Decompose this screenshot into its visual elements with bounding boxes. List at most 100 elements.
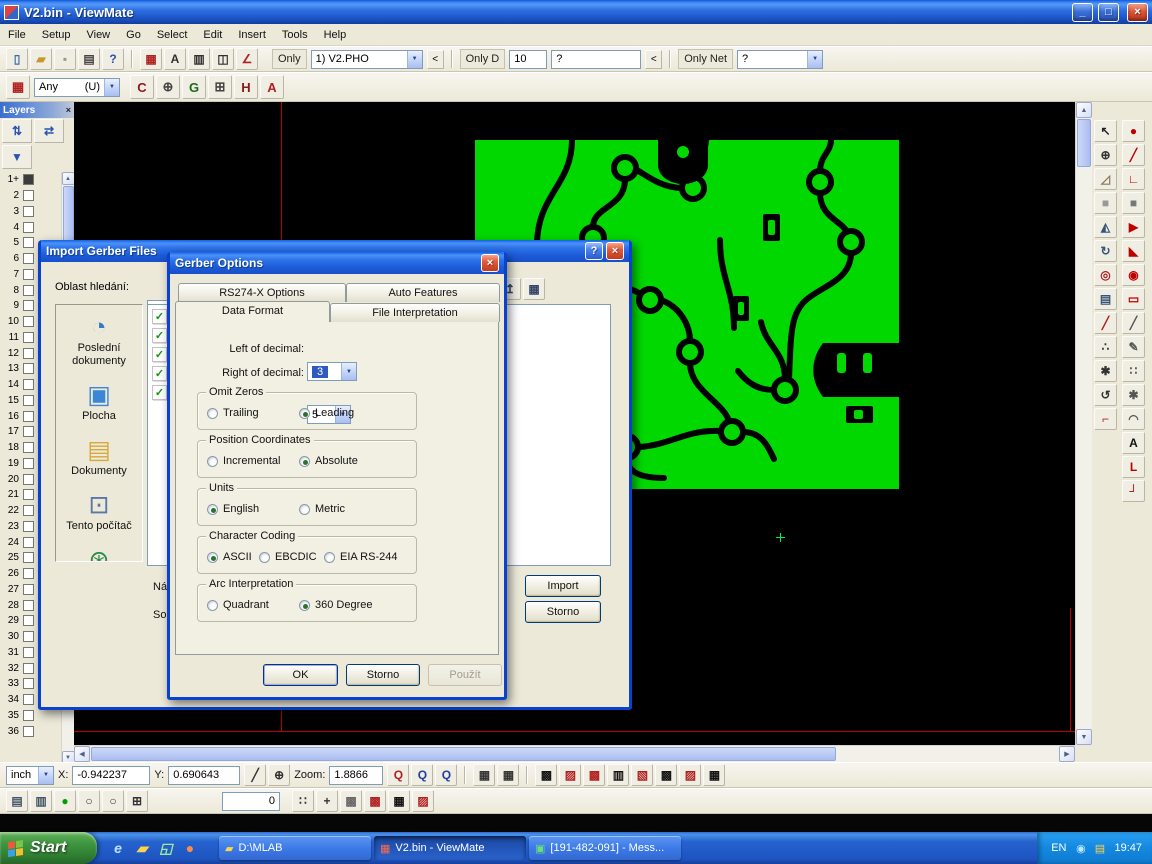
menu-file[interactable]: File [0,26,34,44]
radio-ebcdic[interactable] [259,552,270,563]
combo-arrow-icon[interactable]: ▼ [341,363,356,380]
place-documents[interactable]: ▤ Dokumenty [56,428,142,483]
radio-label[interactable]: Absolute [315,455,358,467]
layer-row[interactable]: 3 [2,204,60,220]
vertical-scrollbar[interactable]: ▲ ▼ [1075,102,1092,745]
arc-icon[interactable]: ◠ [1122,408,1145,430]
minimize-button[interactable]: _ [1072,3,1093,22]
layer-order-button[interactable]: ▼ [2,145,32,169]
mirror-icon[interactable]: ◭ [1094,216,1117,238]
browser-icon[interactable]: ● [181,839,199,857]
maximize-button[interactable]: □ [1098,3,1119,22]
layer-color-chip[interactable] [23,615,34,626]
slash-icon[interactable]: ╱ [1122,312,1145,334]
measure-icon[interactable]: ∠ [236,48,258,70]
pointer-icon[interactable]: ↖ [1094,120,1117,142]
update-tray-icon[interactable]: ▤ [1092,841,1107,856]
diagonal-icon[interactable]: ╱ [1094,312,1117,334]
gerber-file-checked-icon[interactable]: ✓ [152,328,167,343]
tab-data-format[interactable]: Data Format [175,301,330,322]
radio-metric[interactable] [299,504,310,515]
layer-color-chip[interactable] [23,474,34,485]
circle-pad-icon[interactable]: ◉ [1122,264,1145,286]
radio-label[interactable]: EBCDIC [275,551,317,563]
dialog-close-button[interactable]: × [606,242,624,260]
apply-button[interactable]: Použít [428,664,502,686]
tab-rs274x-options[interactable]: RS274-X Options [178,283,346,302]
only-dcode-label[interactable]: Only D [460,49,506,69]
radio-absolute[interactable] [299,456,310,467]
layer-color-chip[interactable] [23,363,34,374]
layer-color-chip[interactable] [23,442,34,453]
scroll-down-icon[interactable]: ▼ [1076,729,1092,745]
layer-color-chip[interactable] [23,348,34,359]
red-dots-icon[interactable]: ▩ [364,790,386,812]
sheet-icon[interactable]: ▤ [6,790,28,812]
layer-color-chip[interactable] [23,174,34,185]
radio-english[interactable] [207,504,218,515]
fill-pattern-icon[interactable]: ▩ [340,790,362,812]
left-of-decimal-combo[interactable]: 3 ▼ [307,362,357,381]
menu-go[interactable]: Go [118,26,149,44]
layer-color-chip[interactable] [23,190,34,201]
layer-color-chip[interactable] [23,678,34,689]
dialog-help-button[interactable]: ? [585,242,603,260]
layer-color-chip[interactable] [23,206,34,217]
aperture-type-combo[interactable]: Any (U) ▼ [34,78,120,97]
ruler-icon[interactable]: ◿ [1094,168,1117,190]
gerber-file-checked-icon[interactable]: ✓ [152,309,167,324]
text-icon[interactable]: A [1122,432,1145,454]
layer-color-chip[interactable] [23,332,34,343]
layer-color-chip[interactable] [23,647,34,658]
language-indicator[interactable]: EN [1051,842,1066,854]
draw-mode-4-icon[interactable]: ▥ [607,764,629,786]
dot-grid-icon[interactable]: ∷ [292,790,314,812]
show-desktop-icon[interactable]: ◱ [157,839,175,857]
layer-row[interactable]: 2 [2,188,60,204]
place-recent-documents[interactable]: ◔ Poslední dokumenty [56,305,142,373]
radio-label[interactable]: Trailing [223,407,259,419]
layer-swap-button[interactable]: ⇄ [34,119,64,143]
layer-color-chip[interactable] [23,395,34,406]
gerber-file-checked-icon[interactable]: ✓ [152,366,167,381]
layer-color-chip[interactable] [23,600,34,611]
net-select-combo[interactable]: ? ▼ [737,50,823,69]
menu-edit[interactable]: Edit [195,26,230,44]
target-icon[interactable]: ◎ [1094,264,1117,286]
scroll-right-icon[interactable]: ▶ [1059,746,1075,762]
layer-color-chip[interactable] [23,521,34,532]
pad-icon[interactable]: ● [1122,120,1145,142]
combo-arrow-icon[interactable]: ▼ [38,767,53,784]
radio-label[interactable]: Leading [315,407,354,419]
letter-c-icon[interactable]: C [130,75,154,99]
layer-color-chip[interactable] [23,710,34,721]
dark-pattern-icon[interactable]: ▦ [388,790,410,812]
lamp2-icon[interactable]: ○ [102,790,124,812]
import-cancel-button[interactable]: Storno [525,601,601,623]
gear-icon[interactable]: ✱ [1122,384,1145,406]
draw-mode-6-icon[interactable]: ▩ [655,764,677,786]
menu-setup[interactable]: Setup [34,26,79,44]
scroll-up-icon[interactable]: ▲ [62,172,75,185]
only-layer-label[interactable]: Only [272,49,307,69]
layer-color-chip[interactable] [23,726,34,737]
fill-square-icon[interactable]: ■ [1094,192,1117,214]
filled-square-icon[interactable]: ■ [1122,192,1145,214]
origin-icon[interactable]: ⊕ [268,764,290,786]
letter-g-icon[interactable]: G [182,75,206,99]
aperture-list-icon[interactable]: A [164,48,186,70]
zoom-in-icon[interactable]: Q [411,764,433,786]
scroll-left-icon[interactable]: ◀ [74,746,90,762]
dcode-table-icon[interactable]: ▦ [473,764,495,786]
dcode-filter-field[interactable]: ? [551,50,641,69]
radio-label[interactable]: Metric [315,503,345,515]
layer-color-chip[interactable] [23,269,34,280]
scroll-up-icon[interactable]: ▲ [1076,102,1092,118]
sheets-icon[interactable]: ▥ [30,790,52,812]
layer-color-chip[interactable] [23,237,34,248]
messenger-tray-icon[interactable]: ◉ [1073,841,1088,856]
radio-label[interactable]: English [223,503,259,515]
import-button[interactable]: Import [525,575,601,597]
vertical-scroll-thumb[interactable] [1077,119,1091,167]
horizontal-scrollbar[interactable]: ◀ ▶ [74,745,1075,762]
